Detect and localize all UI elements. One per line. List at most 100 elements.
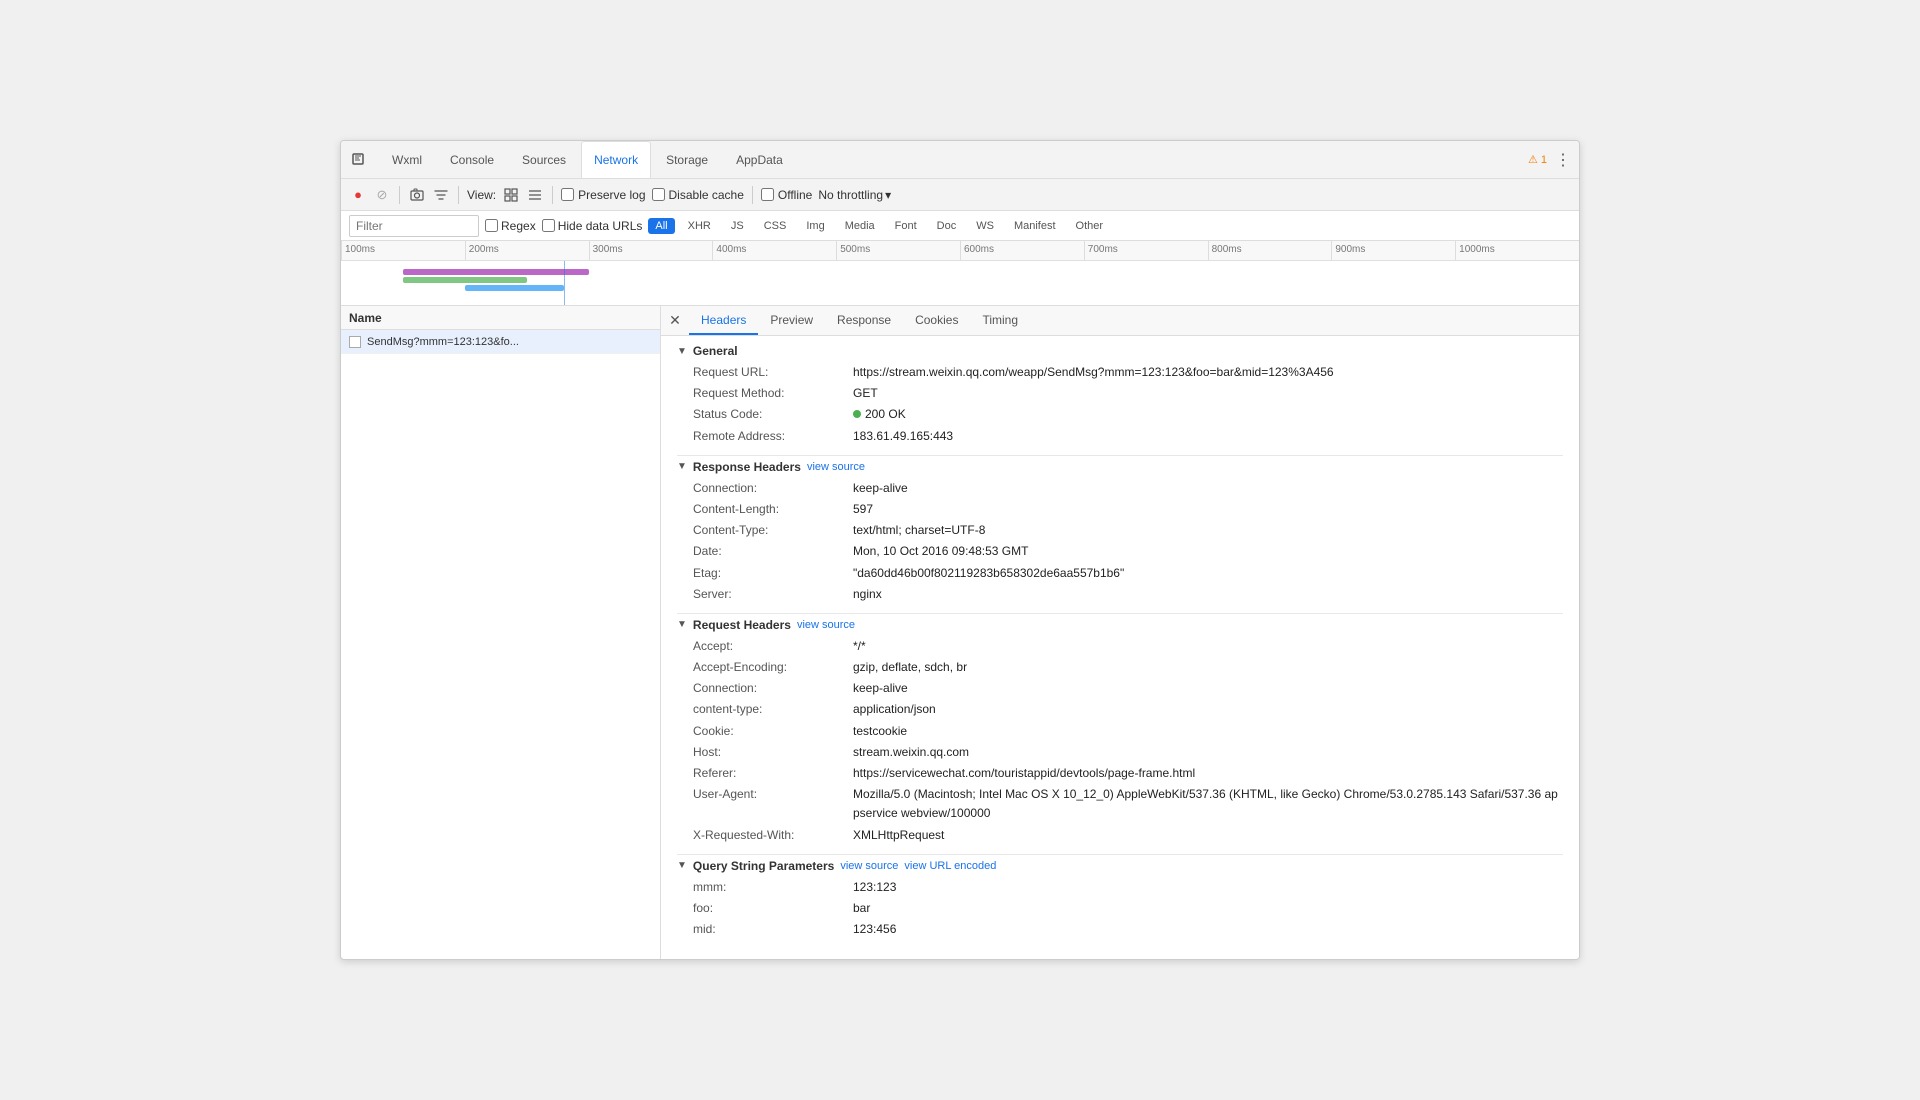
tick-300: 300ms xyxy=(589,241,713,261)
filter-type-font[interactable]: Font xyxy=(888,218,924,234)
more-options-icon[interactable]: ⋮ xyxy=(1555,150,1571,170)
hide-data-urls-checkbox[interactable] xyxy=(542,219,555,232)
divider-1 xyxy=(677,455,1563,456)
tab-bar: Wxml Console Sources Network Storage App… xyxy=(341,141,1579,179)
req-user-agent-value: Mozilla/5.0 (Macintosh; Intel Mac OS X 1… xyxy=(853,785,1563,823)
view-label: View: xyxy=(467,188,496,202)
req-cookie-row: Cookie testcookie xyxy=(677,721,1563,742)
req-content-type-key: content-type xyxy=(693,700,853,719)
general-title: General xyxy=(693,344,738,358)
offline-checkbox[interactable] xyxy=(761,188,774,201)
query-params-view-url-encoded[interactable]: view URL encoded xyxy=(904,860,996,872)
timeline-cursor xyxy=(564,261,565,306)
disable-cache-label[interactable]: Disable cache xyxy=(669,188,744,202)
offline-label[interactable]: Offline xyxy=(778,188,812,202)
timeline-bar-connect xyxy=(403,277,527,283)
filter-type-manifest[interactable]: Manifest xyxy=(1007,218,1063,234)
filter-type-img[interactable]: Img xyxy=(799,218,831,234)
response-headers-view-source[interactable]: view source xyxy=(807,461,865,473)
query-params-toggle[interactable]: ▼ xyxy=(677,860,687,871)
tick-700: 700ms xyxy=(1084,241,1208,261)
filter-type-media[interactable]: Media xyxy=(838,218,882,234)
disable-cache-group: Disable cache xyxy=(652,188,744,202)
filter-type-js[interactable]: JS xyxy=(724,218,751,234)
stop-button[interactable]: ⊘ xyxy=(373,186,391,204)
filter-type-other[interactable]: Other xyxy=(1069,218,1111,234)
camera-button[interactable] xyxy=(408,186,426,204)
grid-view-button[interactable] xyxy=(502,186,520,204)
tab-preview[interactable]: Preview xyxy=(758,306,825,335)
preserve-log-checkbox[interactable] xyxy=(561,188,574,201)
req-accept-encoding-value: gzip, deflate, sdch, br xyxy=(853,658,967,677)
filter-button[interactable] xyxy=(432,186,450,204)
tab-appdata[interactable]: AppData xyxy=(723,141,796,178)
req-content-type-row: content-type application/json xyxy=(677,699,1563,720)
preserve-log-group: Preserve log xyxy=(561,188,645,202)
filter-type-css[interactable]: CSS xyxy=(757,218,794,234)
resp-date-key: Date xyxy=(693,542,853,561)
request-checkbox[interactable] xyxy=(349,336,361,348)
tab-storage[interactable]: Storage xyxy=(653,141,721,178)
req-x-requested-with-key: X-Requested-With xyxy=(693,826,853,845)
hide-data-urls-label[interactable]: Hide data URLs xyxy=(558,219,643,233)
req-accept-encoding-row: Accept-Encoding gzip, deflate, sdch, br xyxy=(677,657,1563,678)
response-headers-toggle[interactable]: ▼ xyxy=(677,461,687,472)
tick-200: 200ms xyxy=(465,241,589,261)
filter-type-all[interactable]: All xyxy=(648,218,674,234)
regex-checkbox-group: Regex xyxy=(485,219,536,233)
toolbar-separator-4 xyxy=(752,186,753,204)
tab-response[interactable]: Response xyxy=(825,306,903,335)
param-mmm-row: mmm 123:123 xyxy=(677,877,1563,898)
disable-cache-checkbox[interactable] xyxy=(652,188,665,201)
param-mmm-key: mmm xyxy=(693,878,853,897)
throttle-select[interactable]: No throttling ▾ xyxy=(818,188,891,202)
close-detail-button[interactable]: ✕ xyxy=(665,311,685,331)
cursor-icon[interactable] xyxy=(349,150,369,170)
request-list-panel: Name SendMsg?mmm=123:123&fo... xyxy=(341,306,661,959)
warning-badge[interactable]: ⚠ 1 xyxy=(1528,153,1547,166)
offline-group: Offline xyxy=(761,188,812,202)
tick-600: 600ms xyxy=(960,241,1084,261)
preserve-log-label[interactable]: Preserve log xyxy=(578,188,645,202)
request-headers-toggle[interactable]: ▼ xyxy=(677,619,687,630)
status-code-value: 200 OK xyxy=(853,405,906,424)
remote-address-key: Remote Address xyxy=(693,427,853,446)
request-list[interactable]: SendMsg?mmm=123:123&fo... xyxy=(341,330,660,959)
tab-console[interactable]: Console xyxy=(437,141,507,178)
tab-timing[interactable]: Timing xyxy=(970,306,1030,335)
general-section: ▼ General Request URL https://stream.wei… xyxy=(677,344,1563,447)
timeline-ruler: 100ms 200ms 300ms 400ms 500ms 600ms 700m… xyxy=(341,241,1579,261)
req-cookie-key: Cookie xyxy=(693,722,853,741)
request-row[interactable]: SendMsg?mmm=123:123&fo... xyxy=(341,330,660,354)
tab-sources[interactable]: Sources xyxy=(509,141,579,178)
request-headers-view-source[interactable]: view source xyxy=(797,619,855,631)
status-dot xyxy=(853,410,861,418)
status-code-row: Status Code 200 OK xyxy=(677,404,1563,425)
filter-bar: Regex Hide data URLs All XHR JS CSS Img … xyxy=(341,211,1579,241)
regex-label[interactable]: Regex xyxy=(501,219,536,233)
filter-type-xhr[interactable]: XHR xyxy=(681,218,718,234)
req-connection-value: keep-alive xyxy=(853,679,908,698)
divider-2 xyxy=(677,613,1563,614)
regex-checkbox[interactable] xyxy=(485,219,498,232)
timeline-area: 100ms 200ms 300ms 400ms 500ms 600ms 700m… xyxy=(341,241,1579,306)
record-button[interactable]: ● xyxy=(349,186,367,204)
resp-content-length-key: Content-Length xyxy=(693,500,853,519)
filter-input[interactable] xyxy=(349,215,479,237)
query-params-view-source[interactable]: view source xyxy=(840,860,898,872)
tab-wxml[interactable]: Wxml xyxy=(379,141,435,178)
tab-headers[interactable]: Headers xyxy=(689,306,758,335)
general-toggle[interactable]: ▼ xyxy=(677,346,687,357)
request-headers-title: Request Headers xyxy=(693,618,791,632)
req-accept-row: Accept */* xyxy=(677,636,1563,657)
tab-network[interactable]: Network xyxy=(581,141,651,178)
name-column-header: Name xyxy=(349,311,382,325)
warning-icon: ⚠ xyxy=(1528,153,1538,166)
request-url-value[interactable]: https://stream.weixin.qq.com/weapp/SendM… xyxy=(853,363,1334,382)
list-view-button[interactable] xyxy=(526,186,544,204)
resp-content-length-row: Content-Length 597 xyxy=(677,499,1563,520)
filter-type-ws[interactable]: WS xyxy=(969,218,1001,234)
timeline-chart[interactable] xyxy=(341,261,1579,306)
filter-type-doc[interactable]: Doc xyxy=(930,218,964,234)
tab-cookies[interactable]: Cookies xyxy=(903,306,970,335)
